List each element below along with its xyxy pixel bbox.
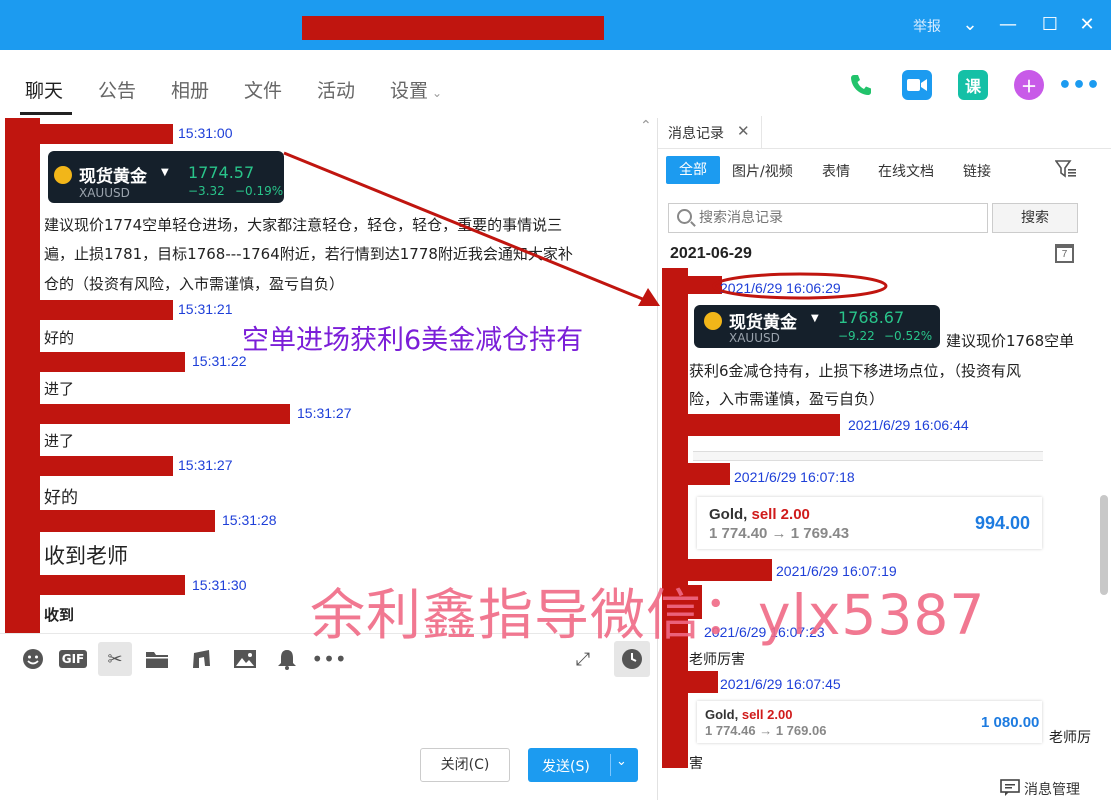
app-window: 举报 ⌄ — ☐ ✕ 聊天 公告 相册 文件 活动 设置 ⌄ 课 ＋ ••• ⌃ … <box>0 0 1111 800</box>
watermark-text: 余利鑫指导微信：ylx5387 <box>310 583 986 647</box>
annotation-arrow <box>283 151 660 306</box>
